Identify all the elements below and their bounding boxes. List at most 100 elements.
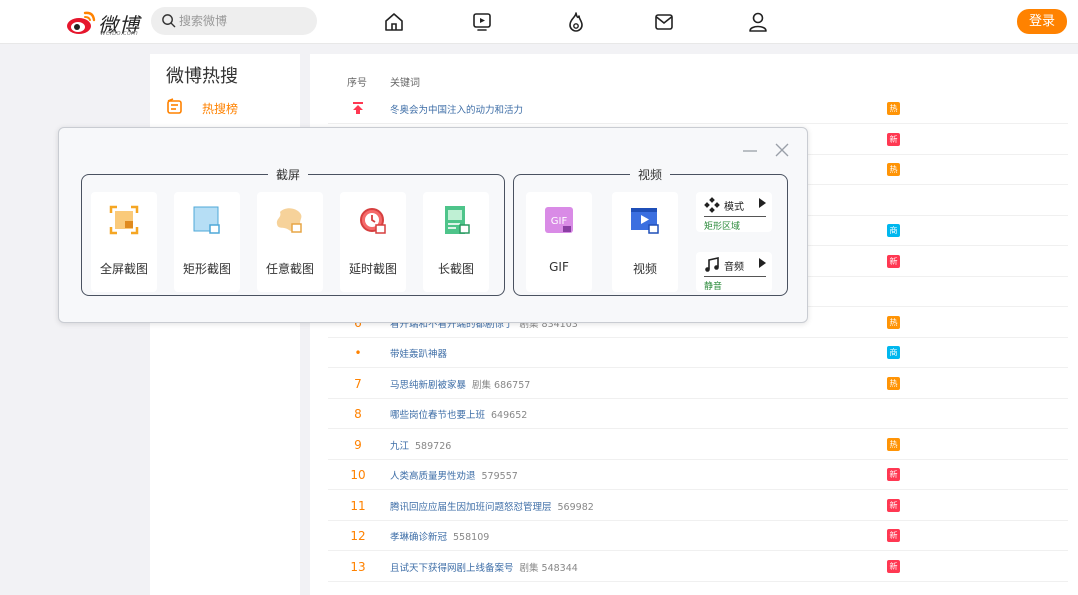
mode-label: 模式 xyxy=(724,202,744,213)
audio-value: 静音 xyxy=(704,282,723,292)
list-item[interactable]: 9 九江 589726 热 xyxy=(328,430,1068,460)
video-record-icon xyxy=(631,208,659,234)
mode-icon xyxy=(704,197,720,213)
rank-number: 7 xyxy=(354,376,362,391)
screenshot-group-title: 截屏 xyxy=(268,166,309,183)
new-badge: 新 xyxy=(887,468,900,481)
profile-icon[interactable] xyxy=(746,10,770,34)
keyword-link[interactable]: 九江 589726 xyxy=(390,438,451,452)
list-item[interactable]: 7 马思纯新剧被家暴 剧集 686757 热 xyxy=(328,369,1068,399)
screenshot-group: 截屏 全屏截图 矩形截图 任意截图 延时截图 长截图 xyxy=(81,166,505,296)
keyword-text: 人类高质量男性劝退 xyxy=(390,471,476,482)
weibo-logo[interactable]: 微博 weibo.com xyxy=(66,8,146,37)
delayed-capture-button[interactable]: 延时截图 xyxy=(340,192,406,292)
search-icon xyxy=(162,14,176,28)
rank-number xyxy=(328,102,388,117)
audio-expand-arrow-icon[interactable] xyxy=(759,258,766,268)
keyword-link[interactable]: 腾讯回应应届生因加班问题怒怼管理层 569982 xyxy=(390,499,594,513)
rank-number: 13 xyxy=(350,559,366,574)
fullscreen-capture-icon xyxy=(109,205,139,235)
list-item[interactable]: 11 腾讯回应应届生因加班问题怒怼管理层 569982 新 xyxy=(328,491,1068,521)
sidebar-item-label: 热搜榜 xyxy=(202,102,239,116)
keyword-link[interactable]: 冬奥会为中国注入的动力和活力 xyxy=(390,102,529,116)
heat-count: 579557 xyxy=(481,471,518,482)
music-note-icon xyxy=(705,257,719,272)
list-header: 序号 关键词 xyxy=(310,74,1078,90)
new-badge: 新 xyxy=(887,132,900,146)
login-button[interactable]: 登录 xyxy=(1017,9,1067,34)
keyword-link[interactable]: 人类高质量男性劝退 579557 xyxy=(390,468,518,482)
list-item[interactable]: 13 且试天下获得网剧上线备案号 剧集 548344 新 xyxy=(328,552,1068,582)
fullscreen-capture-button[interactable]: 全屏截图 xyxy=(91,192,157,292)
logo-domain: weibo.com xyxy=(100,29,138,37)
keyword-text: 且试天下获得网剧上线备案号 xyxy=(390,562,514,574)
weibo-eye-icon xyxy=(67,11,96,34)
list-item[interactable]: • 带娃轰趴神器 商 xyxy=(328,338,1068,368)
video-icon[interactable] xyxy=(470,10,494,34)
hot-badge: 热 xyxy=(887,376,900,390)
heat-count: 649652 xyxy=(491,410,528,421)
close-icon[interactable] xyxy=(773,141,791,159)
freeform-capture-icon xyxy=(276,208,302,233)
button-label: 视频 xyxy=(632,262,657,276)
new-badge: 新 xyxy=(887,498,900,512)
list-item[interactable]: 8 哪些岗位春节也要上班 649652 xyxy=(328,399,1068,429)
keyword-text: 九江 xyxy=(390,440,410,452)
new-badge: 新 xyxy=(887,529,900,542)
rectangle-capture-button[interactable]: 矩形截图 xyxy=(174,192,240,292)
heat-count: 589726 xyxy=(415,440,452,452)
trending-icon[interactable] xyxy=(564,10,588,34)
message-icon[interactable] xyxy=(652,10,676,34)
rank-number: 11 xyxy=(350,498,366,513)
keyword-link[interactable]: 孝琳确诊新冠 558109 xyxy=(390,529,489,543)
keyword-text: 腾讯回应应届生因加班问题怒怼管理层 xyxy=(390,501,552,513)
keyword-link[interactable]: 马思纯新剧被家暴 剧集 686757 xyxy=(390,377,530,391)
audio-selector[interactable]: 音频 静音 xyxy=(696,252,772,292)
biz-badge: 商 xyxy=(887,346,900,359)
list-item[interactable]: 冬奥会为中国注入的动力和活力 热 xyxy=(328,94,1068,124)
mode-expand-arrow-icon[interactable] xyxy=(759,198,766,208)
video-record-button[interactable]: 视频 xyxy=(612,192,678,292)
delayed-capture-icon xyxy=(360,208,386,234)
button-label: 矩形截图 xyxy=(182,262,231,276)
heat-count: 569982 xyxy=(557,501,594,513)
heat-count: 剧集 548344 xyxy=(519,562,578,574)
freeform-capture-button[interactable]: 任意截图 xyxy=(257,192,323,292)
keyword-text: 孝琳确诊新冠 xyxy=(390,532,448,543)
divider xyxy=(704,276,766,277)
video-group: 视频 GIF GIF 视频 模式 矩形区域 音频 静音 xyxy=(513,166,788,296)
keyword-link[interactable]: 带娃轰趴神器 xyxy=(390,346,453,360)
rank-number: • xyxy=(354,346,362,360)
pinned-top-icon xyxy=(353,102,363,114)
keyword-text: 带娃轰趴神器 xyxy=(390,349,448,360)
heat-count: 剧集 686757 xyxy=(472,379,531,391)
gif-record-button[interactable]: GIF GIF xyxy=(526,192,592,292)
search-input[interactable] xyxy=(179,11,309,31)
hot-badge: 热 xyxy=(887,437,900,451)
search-box[interactable] xyxy=(151,7,317,35)
long-capture-button[interactable]: 长截图 xyxy=(423,192,489,292)
hot-badge: 热 xyxy=(887,163,900,176)
button-label: GIF xyxy=(549,260,569,274)
keyword-link[interactable]: 且试天下获得网剧上线备案号 剧集 548344 xyxy=(390,560,578,574)
sidebar-item-hot-list[interactable]: 热搜榜 xyxy=(166,98,286,118)
home-icon[interactable] xyxy=(382,10,406,34)
keyword-link[interactable]: 哪些岗位春节也要上班 649652 xyxy=(390,407,527,421)
rank-number: 8 xyxy=(354,407,362,421)
keyword-text: 哪些岗位春节也要上班 xyxy=(390,410,486,421)
list-item[interactable]: 10 人类高质量男性劝退 579557 新 xyxy=(328,460,1068,490)
hot-list-icon xyxy=(167,98,182,114)
list-item[interactable]: 12 孝琳确诊新冠 558109 新 xyxy=(328,521,1068,551)
long-capture-icon xyxy=(445,206,470,234)
hot-badge: 热 xyxy=(887,315,900,329)
mode-selector[interactable]: 模式 矩形区域 xyxy=(696,192,772,232)
new-badge: 新 xyxy=(887,559,900,573)
divider xyxy=(704,216,766,217)
button-label: 长截图 xyxy=(437,262,474,276)
new-badge: 新 xyxy=(887,254,900,268)
keyword-column-header: 关键词 xyxy=(390,78,420,89)
rank-number: 12 xyxy=(350,529,366,543)
minimize-icon[interactable] xyxy=(741,141,759,159)
rank-number: 9 xyxy=(354,437,362,452)
button-label: 全屏截图 xyxy=(99,262,148,276)
